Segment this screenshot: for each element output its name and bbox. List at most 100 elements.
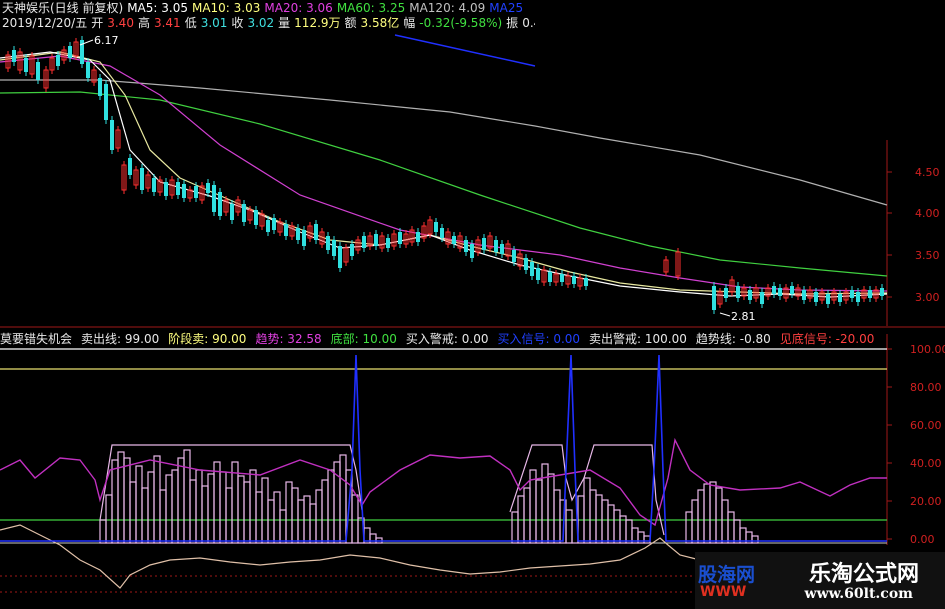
candle-body bbox=[266, 220, 270, 232]
candle-body bbox=[452, 236, 456, 244]
stage-bar bbox=[595, 494, 603, 544]
candle-body bbox=[374, 234, 378, 246]
candle-body bbox=[748, 290, 752, 300]
stage-bar bbox=[327, 469, 335, 544]
stage-bar bbox=[697, 489, 705, 544]
stage-bar bbox=[589, 489, 597, 544]
trendline-path bbox=[0, 524, 721, 589]
indicator-value-9: 见底信号: -20.00 bbox=[779, 332, 875, 346]
candle-body bbox=[140, 168, 144, 190]
candle-body bbox=[512, 250, 516, 262]
candle-body bbox=[572, 276, 576, 284]
stage-bar bbox=[195, 469, 203, 544]
stage-bar bbox=[231, 461, 239, 544]
buysig-path bbox=[0, 354, 887, 542]
stage-bar bbox=[565, 509, 573, 544]
stage-bar bbox=[237, 475, 245, 544]
candle-body bbox=[584, 278, 588, 286]
candle-body bbox=[856, 292, 860, 302]
price-tick-label: 4.00 bbox=[915, 207, 940, 220]
stage-bar bbox=[261, 477, 269, 544]
candle-body bbox=[814, 292, 818, 302]
stage-bars bbox=[99, 444, 759, 544]
indicator-value-2: 阶段卖: 90.00 bbox=[168, 332, 247, 346]
high-marker: 6.17 bbox=[79, 34, 119, 47]
candle-body bbox=[296, 228, 300, 240]
stock-chart[interactable]: 4.50 4.00 3.50 3.00 6.17 2.81 100.00 80.00 60… bbox=[0, 0, 945, 609]
candle-body bbox=[206, 183, 210, 193]
candle-body bbox=[128, 158, 132, 175]
candle-body bbox=[12, 50, 16, 62]
stage-bar bbox=[213, 461, 221, 544]
candle-body bbox=[536, 268, 540, 280]
watermark-logo-url: WWW bbox=[700, 584, 747, 600]
watermark-logo: 股海网 bbox=[698, 564, 756, 586]
candle-body bbox=[272, 218, 276, 230]
watermark-site-name: 乐淘公式网 bbox=[808, 562, 919, 587]
trend-line-2 bbox=[0, 524, 721, 589]
candle-body bbox=[350, 244, 354, 256]
indicator-value-3: 趋势: 32.58 bbox=[255, 332, 322, 346]
candle-body bbox=[850, 290, 854, 298]
candle-body bbox=[772, 286, 776, 294]
stage-bar bbox=[643, 535, 651, 544]
stage-bar bbox=[183, 449, 191, 544]
price-tick-label: 3.50 bbox=[915, 249, 940, 262]
indicator-tick-label: 100.00 bbox=[910, 343, 945, 356]
stage-bar bbox=[291, 487, 299, 544]
stage-bar bbox=[207, 473, 215, 544]
stage-bar bbox=[135, 465, 143, 544]
candle-body bbox=[470, 244, 474, 258]
candle-body bbox=[36, 62, 40, 80]
candle-body bbox=[326, 236, 330, 250]
stage-bar bbox=[535, 479, 543, 544]
candle-body bbox=[880, 288, 884, 296]
stage-bar bbox=[601, 499, 609, 544]
stage-bar bbox=[613, 509, 621, 544]
indicator-tick-label: 40.00 bbox=[910, 457, 942, 470]
candle-body bbox=[110, 120, 114, 150]
candle-body bbox=[838, 294, 842, 302]
stage-bar bbox=[147, 471, 155, 544]
candle-body bbox=[802, 290, 806, 300]
candle-body bbox=[56, 55, 60, 66]
indicator-tick-label: 80.00 bbox=[910, 381, 942, 394]
candle-body bbox=[548, 272, 552, 282]
indicator-value-5: 买入警戒: 0.00 bbox=[405, 332, 489, 346]
stage-bar bbox=[249, 469, 257, 544]
stage-bar bbox=[285, 481, 293, 544]
candle-body bbox=[530, 262, 534, 276]
stage-bar bbox=[751, 535, 759, 544]
price-tick-label: 4.50 bbox=[915, 166, 940, 179]
stage-bar bbox=[703, 483, 711, 544]
candle-body bbox=[332, 240, 336, 256]
candle-body bbox=[218, 192, 222, 216]
candle-body bbox=[284, 224, 288, 236]
indicator-value-4: 底部: 10.00 bbox=[330, 332, 397, 346]
indicator-value-7: 卖出警戒: 100.00 bbox=[589, 332, 687, 346]
candle-body bbox=[868, 290, 872, 298]
ma25-path bbox=[394, 34, 536, 67]
stage-bar bbox=[297, 499, 305, 544]
candle-body bbox=[98, 78, 102, 96]
stage-bar bbox=[685, 511, 693, 544]
candle-body bbox=[778, 288, 782, 296]
indicator-value-6: 买入信号: 0.00 bbox=[497, 332, 581, 346]
candle-body bbox=[736, 286, 740, 298]
candle-body bbox=[194, 186, 198, 198]
stage-bar bbox=[189, 479, 197, 544]
indicator-value-0: 莫要错失机会 bbox=[0, 332, 73, 346]
stage-bar bbox=[219, 471, 227, 544]
candle-body bbox=[302, 230, 306, 246]
bar-envelope-2 bbox=[509, 444, 665, 536]
candle-body bbox=[724, 288, 728, 298]
watermark-site-url: www.60lt.com bbox=[804, 586, 913, 602]
candle-body bbox=[790, 286, 794, 294]
candle-body bbox=[152, 178, 156, 192]
stage-bar bbox=[267, 499, 275, 544]
stage-bar bbox=[171, 469, 179, 544]
chart-mask-top bbox=[535, 0, 887, 142]
stage-bar bbox=[117, 451, 125, 544]
stage-bar bbox=[273, 491, 281, 544]
stage-bar bbox=[111, 459, 119, 544]
